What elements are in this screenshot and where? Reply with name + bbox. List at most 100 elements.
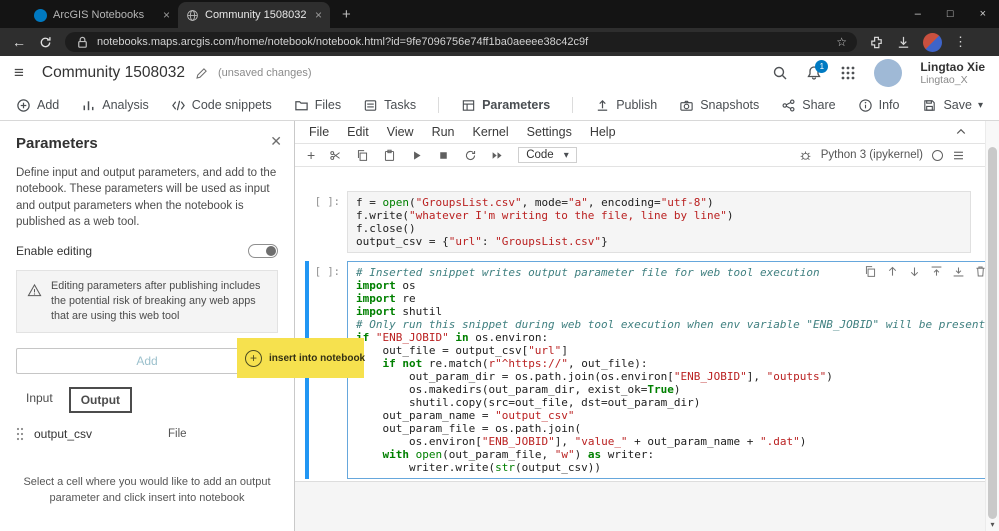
save-dropdown-caret-icon[interactable]: ▾ <box>978 100 983 111</box>
cut-icon[interactable] <box>329 149 342 162</box>
parameter-row[interactable]: output_csv File <box>16 419 278 449</box>
back-icon[interactable]: ← <box>12 35 26 49</box>
tab-title: Community 1508032 <box>205 9 309 21</box>
vertical-scrollbar[interactable]: ▾ <box>985 121 999 531</box>
panel-close-icon[interactable]: ✕ <box>270 133 282 150</box>
reload-icon[interactable] <box>38 35 53 50</box>
insert-cell-icon[interactable]: + <box>307 147 315 163</box>
cell-selection-bar <box>305 191 309 253</box>
tab-close-icon[interactable]: × <box>163 8 170 22</box>
scrollbar-down-arrow-icon[interactable]: ▾ <box>986 520 999 529</box>
files-button[interactable]: Files <box>294 98 341 113</box>
parameters-panel: ✕ Parameters Define input and output par… <box>0 121 295 531</box>
tab-close-icon[interactable]: × <box>315 8 322 22</box>
globe-favicon-icon <box>186 9 199 22</box>
code-cell-2[interactable]: [ ]: # Inserted snippet writes output pa… <box>305 261 971 479</box>
browser-tab-community[interactable]: Community 1508032 × <box>178 2 330 28</box>
notifications-button[interactable]: 1 <box>806 65 822 81</box>
notebook-title: Community 1508032 <box>42 64 185 82</box>
cell-type-select[interactable]: Code ▾ <box>518 147 577 163</box>
tab-input[interactable]: Input <box>16 387 63 413</box>
tab-output[interactable]: Output <box>69 387 132 413</box>
header-actions: 1 Lingtao Xie Lingtao_X <box>772 59 985 87</box>
search-icon[interactable] <box>772 65 788 81</box>
code-lines: # Inserted snippet writes output paramet… <box>356 266 985 474</box>
toc-list-icon[interactable] <box>952 149 965 162</box>
restart-run-all-icon[interactable] <box>491 149 504 162</box>
notebook-cells: [ ]: f = open("GroupsList.csv", mode="a"… <box>295 169 985 481</box>
add-button[interactable]: Add <box>16 98 59 113</box>
code-snippets-label: Code snippets <box>192 98 272 112</box>
code-cell-1[interactable]: [ ]: f = open("GroupsList.csv", mode="a"… <box>305 191 971 253</box>
code-lines: f = open("GroupsList.csv", mode="a", enc… <box>356 196 962 248</box>
hamburger-menu-icon[interactable]: ≡ <box>14 63 24 83</box>
menu-run[interactable]: Run <box>432 125 455 139</box>
copy-icon[interactable] <box>356 149 369 162</box>
edit-title-icon[interactable] <box>195 67 208 80</box>
delete-cell-icon[interactable] <box>974 265 985 278</box>
publish-button[interactable]: Publish <box>595 98 657 113</box>
code-editor[interactable]: f = open("GroupsList.csv", mode="a", enc… <box>347 191 971 253</box>
analysis-button[interactable]: Analysis <box>81 98 149 113</box>
restart-kernel-icon[interactable] <box>464 149 477 162</box>
tasks-label: Tasks <box>384 98 416 112</box>
url-field[interactable]: notebooks.maps.arcgis.com/home/notebook/… <box>65 32 857 52</box>
share-label: Share <box>802 98 835 112</box>
kernel-status-icon <box>932 150 943 161</box>
cell-hover-toolbar <box>864 265 985 278</box>
tasks-button[interactable]: Tasks <box>363 98 416 113</box>
user-avatar[interactable] <box>874 59 902 87</box>
move-cell-up-icon[interactable] <box>886 265 899 278</box>
menu-settings[interactable]: Settings <box>527 125 572 139</box>
app-toolbar: Add Analysis Code snippets Files Tasks P… <box>0 90 999 121</box>
paste-icon[interactable] <box>383 149 396 162</box>
parameters-button[interactable]: Parameters <box>461 98 550 113</box>
menu-file[interactable]: File <box>309 125 329 139</box>
app-header: ≡ Community 1508032 (unsaved changes) 1 … <box>0 56 999 90</box>
snapshots-button[interactable]: Snapshots <box>679 98 759 113</box>
share-button[interactable]: Share <box>781 98 835 113</box>
cell-type-value: Code <box>526 149 554 161</box>
minimize-button[interactable]: – <box>902 8 934 20</box>
notebook-menubar: File Edit View Run Kernel Settings Help <box>295 121 999 144</box>
enable-editing-toggle[interactable] <box>248 244 278 258</box>
menu-help[interactable]: Help <box>590 125 616 139</box>
run-icon[interactable] <box>410 149 423 162</box>
user-info[interactable]: Lingtao Xie Lingtao_X <box>920 60 985 87</box>
save-button[interactable]: Save ▾ <box>922 98 983 113</box>
menu-kernel[interactable]: Kernel <box>473 125 509 139</box>
code-editor[interactable]: # Inserted snippet writes output paramet… <box>347 261 985 479</box>
browser-menu-icon[interactable]: ⋮ <box>954 34 967 50</box>
insert-cell-above-icon[interactable] <box>930 265 943 278</box>
publish-label: Publish <box>616 98 657 112</box>
notebook-footer <box>295 481 985 531</box>
enable-editing-row: Enable editing <box>16 244 278 258</box>
scrollbar-thumb[interactable] <box>988 147 997 519</box>
collapse-header-chevron-icon[interactable] <box>955 126 967 138</box>
app-launcher-grid-icon[interactable] <box>840 65 856 81</box>
insert-into-notebook-button[interactable]: + insert into notebook <box>237 338 364 378</box>
duplicate-cell-icon[interactable] <box>864 265 877 278</box>
extensions-icon[interactable] <box>869 35 884 50</box>
new-tab-button[interactable]: + <box>342 6 351 23</box>
info-button[interactable]: Info <box>858 98 900 113</box>
debugger-bug-icon[interactable] <box>799 149 812 162</box>
drag-handle-icon[interactable] <box>16 427 24 441</box>
menu-view[interactable]: View <box>387 125 414 139</box>
menu-edit[interactable]: Edit <box>347 125 369 139</box>
browser-titlebar: ArcGIS Notebooks × Community 1508032 × +… <box>0 0 999 28</box>
insert-cell-below-icon[interactable] <box>952 265 965 278</box>
notebook-area: File Edit View Run Kernel Settings Help … <box>295 121 999 531</box>
browser-tab-arcgis-notebooks[interactable]: ArcGIS Notebooks × <box>26 2 178 28</box>
lock-icon <box>75 35 90 50</box>
browser-profile-avatar[interactable] <box>923 33 942 52</box>
kernel-name[interactable]: Python 3 (ipykernel) <box>821 149 923 161</box>
maximize-button[interactable]: □ <box>934 8 967 20</box>
downloads-icon[interactable] <box>896 35 911 50</box>
stop-icon[interactable] <box>437 149 450 162</box>
enable-editing-label: Enable editing <box>16 244 92 258</box>
bookmark-star-icon[interactable]: ☆ <box>836 35 847 49</box>
code-snippets-button[interactable]: Code snippets <box>171 98 272 113</box>
close-button[interactable]: × <box>967 8 999 20</box>
move-cell-down-icon[interactable] <box>908 265 921 278</box>
